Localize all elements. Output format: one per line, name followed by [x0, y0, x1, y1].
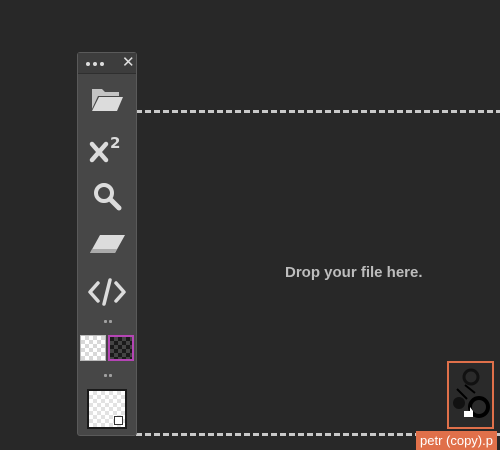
search-button[interactable]	[78, 174, 136, 218]
background-preview[interactable]	[87, 389, 127, 429]
close-icon[interactable]: ✕	[122, 54, 135, 70]
drag-handle-icon[interactable]	[86, 62, 104, 66]
svg-text:2: 2	[110, 134, 120, 152]
superscript-icon: 2	[89, 134, 120, 163]
superscript-button[interactable]: 2	[78, 127, 136, 171]
separator-dots	[104, 374, 112, 377]
toolbar-header[interactable]: ✕	[78, 53, 136, 74]
open-file-button[interactable]	[78, 77, 136, 121]
swatch-dark-transparent[interactable]	[108, 335, 134, 361]
eraser-icon	[90, 235, 125, 253]
resize-corner-icon	[114, 416, 123, 425]
separator-dots	[104, 320, 112, 323]
dragged-file-thumbnail	[447, 361, 494, 429]
drop-zone-message: Drop your file here.	[285, 264, 423, 281]
floating-toolbar: ✕ 2	[77, 52, 137, 436]
code-icon	[88, 278, 126, 306]
dragged-file-name: petr (copy).p	[416, 431, 497, 450]
eraser-button[interactable]	[78, 222, 136, 266]
folder-open-icon	[92, 89, 123, 111]
app-canvas: Drop your file here. ✕ 2 petr (copy).p	[0, 0, 500, 450]
search-icon	[94, 183, 122, 211]
code-button[interactable]	[78, 270, 136, 314]
swatch-light-transparent[interactable]	[80, 335, 106, 361]
file-thumbnail-image	[453, 368, 490, 418]
